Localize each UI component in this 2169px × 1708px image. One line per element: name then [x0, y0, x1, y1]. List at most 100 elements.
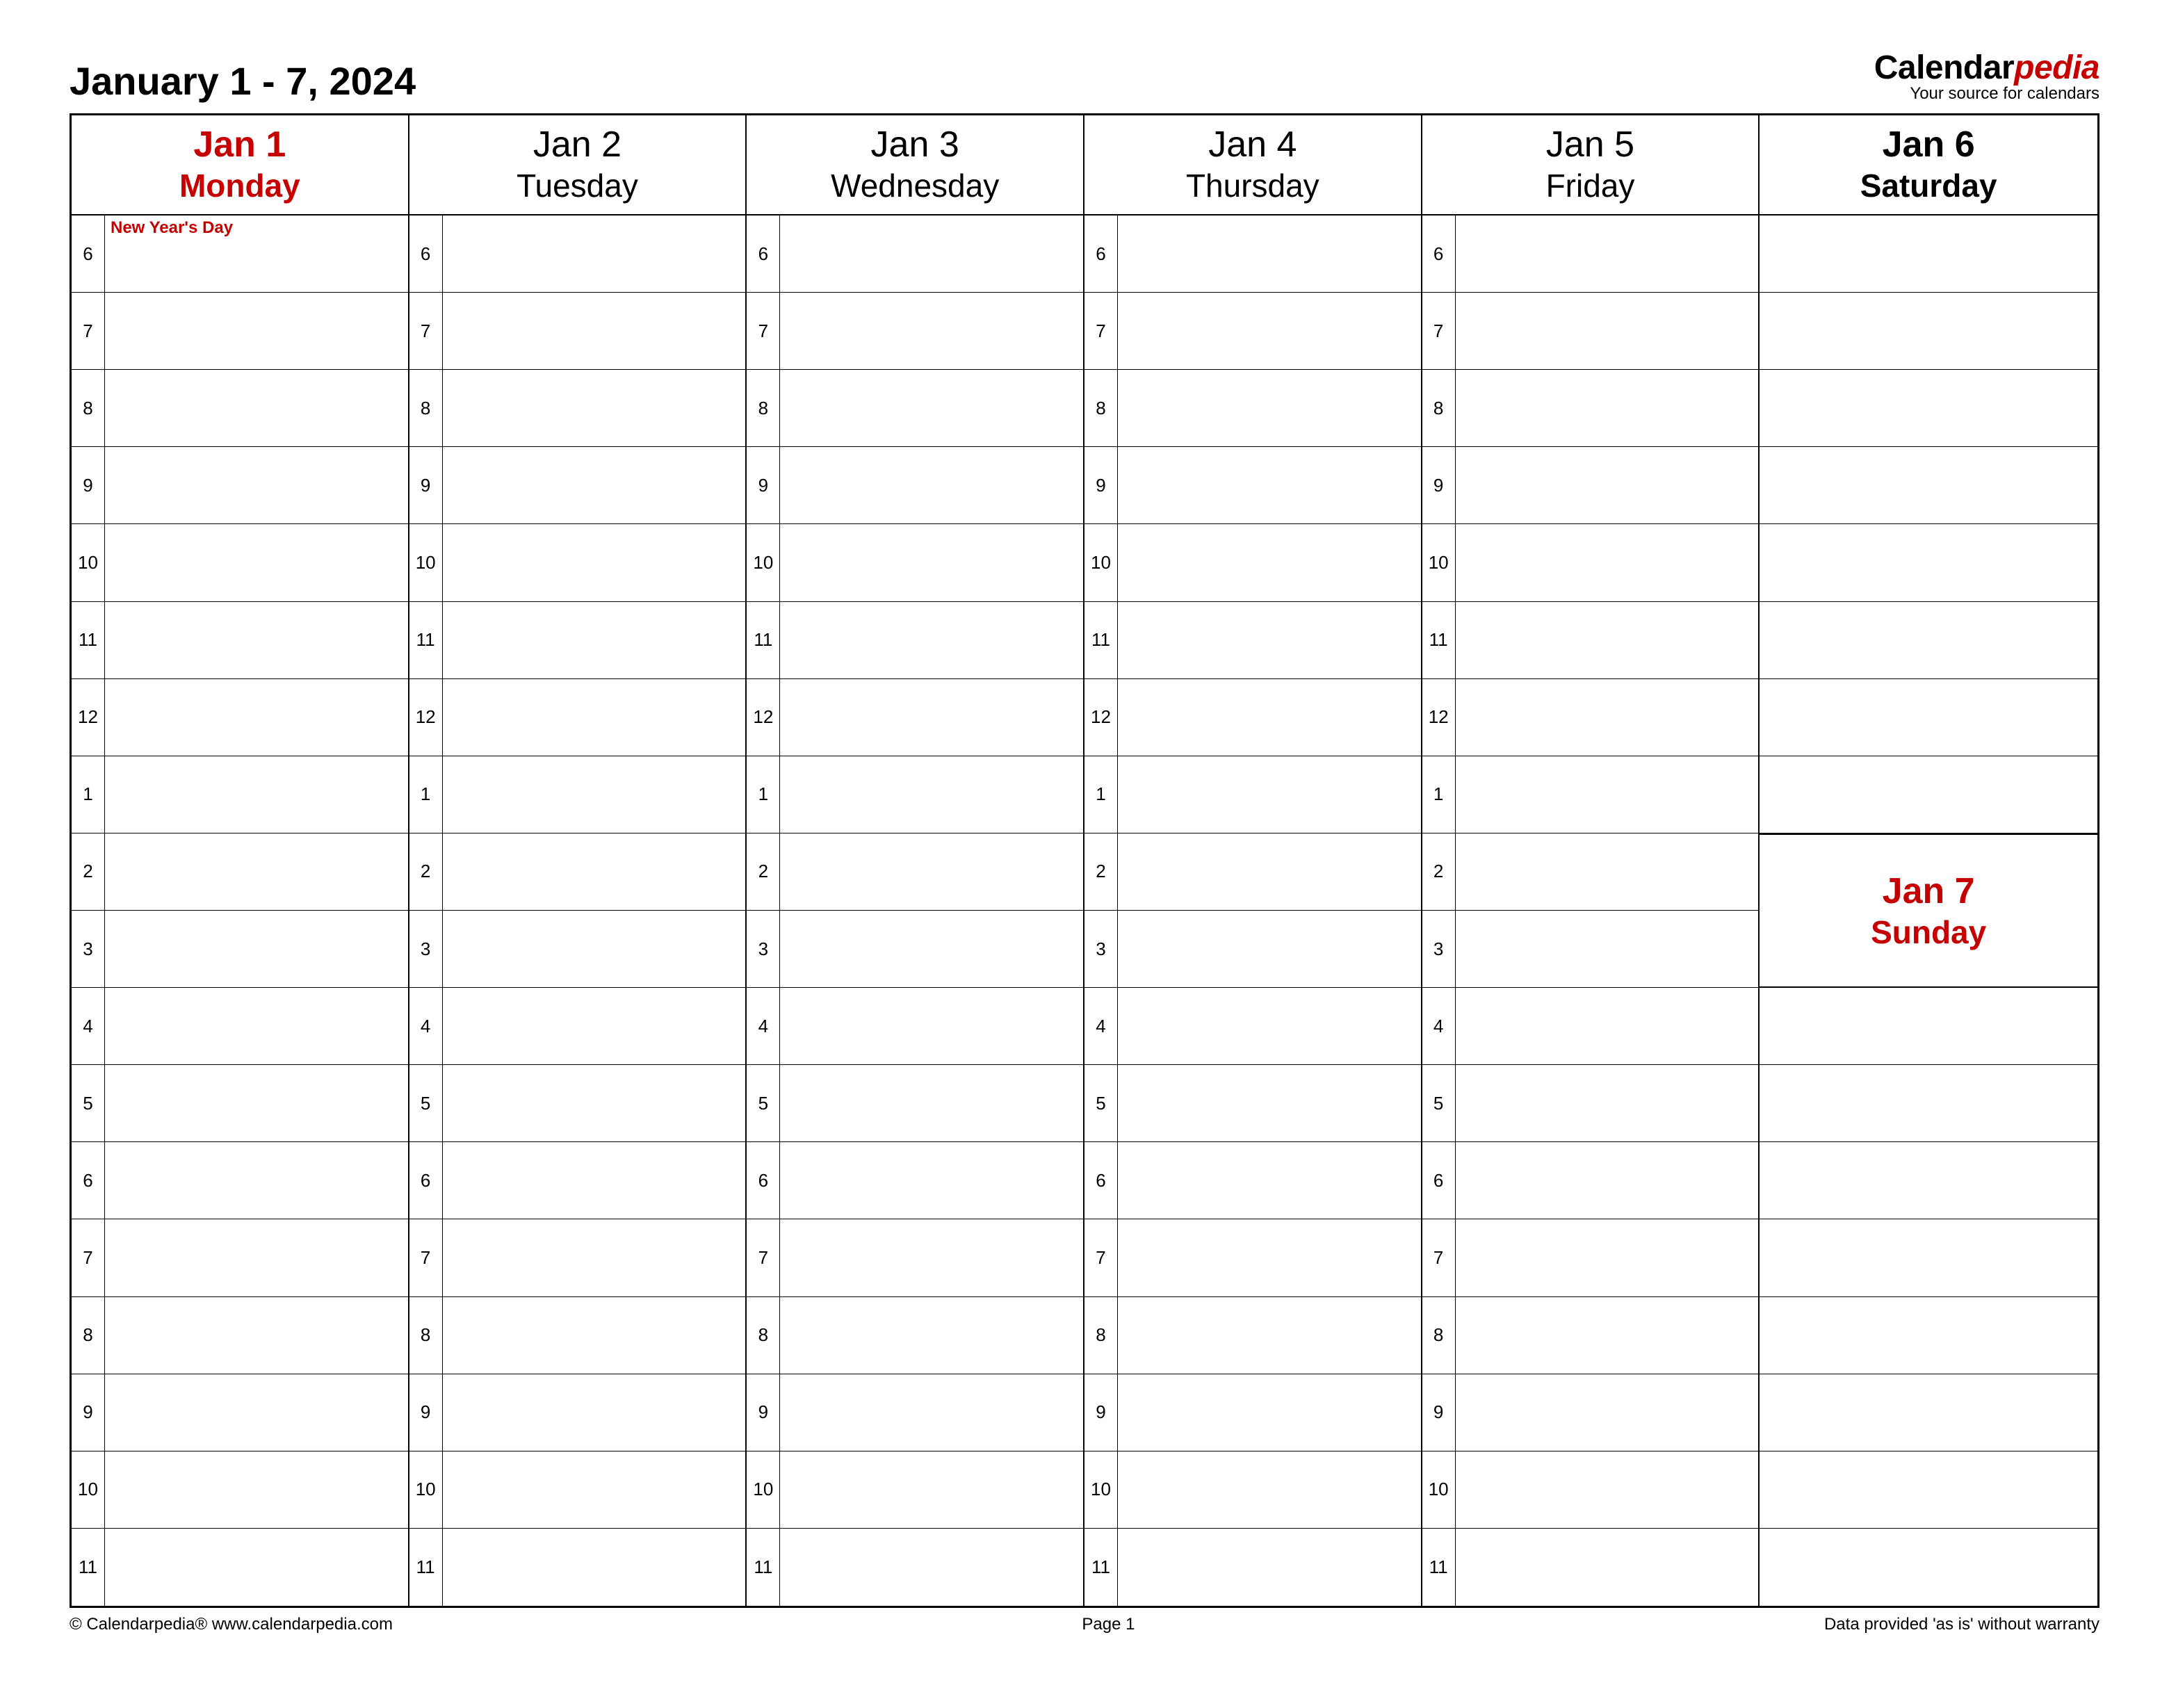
hour-slot[interactable]: 4 [409, 988, 747, 1065]
hour-slot[interactable]: 10 [1084, 1451, 1422, 1529]
hour-slot[interactable]: 6 [1084, 215, 1422, 293]
hour-slot[interactable]: 5 [1422, 1065, 1760, 1142]
hour-slot[interactable]: 6 [747, 215, 1084, 293]
saturday-slot[interactable] [1760, 679, 2097, 756]
hour-slot[interactable]: 10 [72, 1451, 409, 1529]
hour-slot[interactable]: 7 [1084, 1219, 1422, 1296]
hour-slot[interactable]: 9 [72, 1374, 409, 1451]
hour-slot[interactable]: 12 [409, 679, 747, 756]
hour-slot[interactable]: 4 [72, 988, 409, 1065]
hour-slot[interactable]: 2 [747, 833, 1084, 911]
hour-slot[interactable]: 5 [72, 1065, 409, 1142]
hour-slot[interactable]: 6 [72, 1142, 409, 1219]
hour-slot[interactable]: 9 [747, 447, 1084, 524]
hour-slot[interactable]: 9 [1084, 1374, 1422, 1451]
hour-slot[interactable]: 10 [409, 1451, 747, 1529]
hour-slot[interactable]: 4 [1084, 988, 1422, 1065]
hour-slot[interactable]: 3 [1422, 911, 1760, 988]
hour-slot[interactable]: 8 [409, 370, 747, 447]
hour-slot[interactable]: 5 [747, 1065, 1084, 1142]
hour-slot[interactable]: 8 [1422, 1297, 1760, 1374]
hour-slot[interactable]: 10 [747, 524, 1084, 601]
hour-slot[interactable]: 1 [72, 756, 409, 833]
hour-slot[interactable]: 3 [747, 911, 1084, 988]
hour-slot[interactable]: 6 [409, 1142, 747, 1219]
hour-slot[interactable]: 1 [747, 756, 1084, 833]
sunday-slot[interactable] [1760, 1374, 2097, 1451]
hour-slot[interactable]: 10 [409, 524, 747, 601]
hour-slot[interactable]: 8 [1084, 370, 1422, 447]
hour-slot[interactable]: 6 [747, 1142, 1084, 1219]
saturday-slot[interactable] [1760, 447, 2097, 524]
hour-slot[interactable]: 3 [1084, 911, 1422, 988]
sunday-slot[interactable] [1760, 1297, 2097, 1374]
hour-slot[interactable]: 4 [747, 988, 1084, 1065]
hour-slot[interactable]: 11 [1422, 1529, 1760, 1606]
hour-slot[interactable]: 11 [1422, 602, 1760, 679]
hour-slot[interactable]: 2 [1422, 833, 1760, 911]
hour-slot[interactable]: 8 [1422, 370, 1760, 447]
saturday-slot[interactable] [1760, 602, 2097, 679]
hour-slot[interactable]: 6 [1422, 215, 1760, 293]
hour-slot[interactable]: 10 [1084, 524, 1422, 601]
saturday-slot[interactable] [1760, 756, 2097, 833]
sunday-slot[interactable] [1760, 1142, 2097, 1219]
hour-slot[interactable]: 1 [1422, 756, 1760, 833]
sunday-slot[interactable] [1760, 1451, 2097, 1529]
hour-slot[interactable]: 7 [1422, 293, 1760, 370]
hour-slot[interactable]: 6New Year's Day [72, 215, 409, 293]
hour-slot[interactable]: 7 [747, 1219, 1084, 1296]
hour-slot[interactable]: 7 [1084, 293, 1422, 370]
hour-slot[interactable]: 12 [747, 679, 1084, 756]
saturday-slot[interactable] [1760, 524, 2097, 601]
hour-slot[interactable]: 6 [409, 215, 747, 293]
hour-slot[interactable]: 7 [1422, 1219, 1760, 1296]
hour-slot[interactable]: 6 [1084, 1142, 1422, 1219]
hour-slot[interactable]: 9 [409, 1374, 747, 1451]
hour-slot[interactable]: 1 [409, 756, 747, 833]
sunday-slot[interactable] [1760, 988, 2097, 1065]
hour-slot[interactable]: 11 [72, 1529, 409, 1606]
hour-slot[interactable]: 6 [1422, 1142, 1760, 1219]
hour-slot[interactable]: 10 [72, 524, 409, 601]
hour-slot[interactable]: 3 [409, 911, 747, 988]
hour-slot[interactable]: 8 [409, 1297, 747, 1374]
hour-slot[interactable]: 11 [1084, 602, 1422, 679]
hour-slot[interactable]: 8 [72, 1297, 409, 1374]
hour-slot[interactable]: 11 [1084, 1529, 1422, 1606]
hour-slot[interactable]: 5 [409, 1065, 747, 1142]
saturday-slot[interactable] [1760, 370, 2097, 447]
hour-slot[interactable]: 2 [409, 833, 747, 911]
sunday-slot[interactable] [1760, 1065, 2097, 1142]
sunday-slot[interactable] [1760, 1219, 2097, 1296]
hour-slot[interactable]: 9 [72, 447, 409, 524]
hour-slot[interactable]: 1 [1084, 756, 1422, 833]
hour-slot[interactable]: 11 [747, 602, 1084, 679]
hour-slot[interactable]: 9 [747, 1374, 1084, 1451]
hour-slot[interactable]: 10 [1422, 1451, 1760, 1529]
saturday-slot[interactable] [1760, 215, 2097, 293]
hour-slot[interactable]: 4 [1422, 988, 1760, 1065]
hour-slot[interactable]: 11 [747, 1529, 1084, 1606]
hour-slot[interactable]: 8 [747, 1297, 1084, 1374]
hour-slot[interactable]: 11 [72, 602, 409, 679]
hour-slot[interactable]: 9 [1422, 447, 1760, 524]
hour-slot[interactable]: 9 [1084, 447, 1422, 524]
hour-slot[interactable]: 7 [747, 293, 1084, 370]
hour-slot[interactable]: 8 [72, 370, 409, 447]
hour-slot[interactable]: 5 [1084, 1065, 1422, 1142]
hour-slot[interactable]: 7 [72, 1219, 409, 1296]
hour-slot[interactable]: 12 [1084, 679, 1422, 756]
hour-slot[interactable]: 9 [1422, 1374, 1760, 1451]
hour-slot[interactable]: 2 [1084, 833, 1422, 911]
hour-slot[interactable]: 10 [1422, 524, 1760, 601]
saturday-slot[interactable] [1760, 293, 2097, 370]
hour-slot[interactable]: 8 [1084, 1297, 1422, 1374]
hour-slot[interactable]: 2 [72, 833, 409, 911]
hour-slot[interactable]: 7 [409, 1219, 747, 1296]
hour-slot[interactable]: 3 [72, 911, 409, 988]
hour-slot[interactable]: 12 [72, 679, 409, 756]
hour-slot[interactable]: 8 [747, 370, 1084, 447]
hour-slot[interactable]: 11 [409, 1529, 747, 1606]
hour-slot[interactable]: 7 [72, 293, 409, 370]
